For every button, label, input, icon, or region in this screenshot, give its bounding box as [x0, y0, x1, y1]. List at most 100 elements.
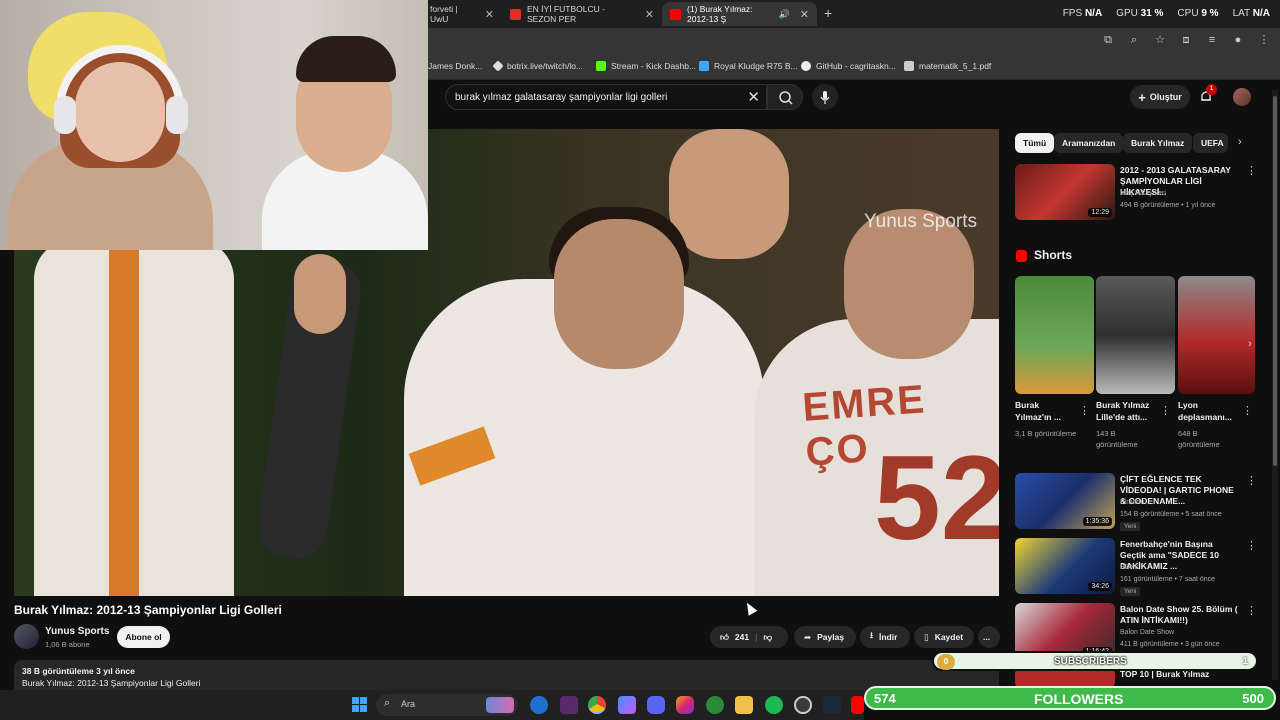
channel-name[interactable]: Yunus Sports — [45, 626, 109, 637]
channel-avatar[interactable] — [14, 624, 39, 649]
short-title[interactable]: Burak Yılmaz Lille'de attı... — [1096, 399, 1158, 423]
bookmark-item[interactable]: James Donk... — [428, 61, 482, 71]
more-options-icon[interactable]: ⋮ — [1246, 604, 1257, 617]
save-button[interactable]: ▯ Kaydet — [914, 626, 974, 648]
visual-studio-icon[interactable] — [560, 696, 578, 714]
recommendation-channel[interactable]: BRNK — [1120, 564, 1139, 571]
tab-title: (1) Burak Yılmaz: 2012-13 Ş — [687, 4, 753, 24]
search-input[interactable]: burak yılmaz galatasaray şampiyonlar lig… — [445, 84, 767, 110]
chip-burak-yilmaz[interactable]: Burak Yılmaz — [1123, 133, 1193, 153]
profile-icon[interactable]: ● — [1232, 34, 1244, 46]
zoom-icon[interactable]: ⌕ — [1128, 34, 1140, 46]
followers-current: 574 — [874, 691, 896, 706]
recommendation-channel[interactable]: Balon Date Show — [1120, 629, 1174, 636]
youtube-favicon-icon — [670, 8, 681, 20]
recommendation-thumbnail[interactable]: 12:29 — [1015, 164, 1115, 220]
recommendation-meta: 161 görüntüleme • 7 saat önce — [1120, 576, 1216, 583]
install-icon[interactable]: ⧉ — [1102, 34, 1114, 46]
close-icon[interactable]: ✕ — [645, 8, 654, 21]
search-button[interactable] — [767, 84, 803, 110]
user-avatar[interactable] — [1233, 88, 1251, 106]
recommendation-title[interactable]: Balon Date Show 25. Bölüm ( ATIN İNTİKAM… — [1120, 604, 1238, 626]
subscribe-button[interactable]: Abone ol — [117, 626, 170, 648]
more-options-icon[interactable]: ⋮ — [1242, 404, 1253, 417]
like-count[interactable]: 241 — [735, 632, 749, 642]
like-icon[interactable]: 👍︎ — [720, 632, 729, 643]
recommendation-channel[interactable]: Elraenn — [1120, 499, 1144, 506]
bookmark-star-icon[interactable]: ☆ — [1154, 34, 1166, 46]
taskbar-search[interactable]: ⌕ Ara — [376, 694, 518, 716]
more-actions-button[interactable]: ... — [978, 626, 1000, 648]
recommendation-channel[interactable]: Maç Hikayeleri — [1120, 190, 1166, 197]
bookmark-item[interactable]: botrix.live/twitch/lo... — [492, 60, 583, 72]
keyboard-icon — [699, 61, 709, 71]
extensions-icon[interactable]: ⧈ — [1180, 34, 1192, 46]
stat-cpu: CPU 9 % — [1177, 8, 1219, 19]
media-icon[interactable]: ≡ — [1206, 34, 1218, 46]
copilot-icon[interactable] — [618, 696, 636, 714]
obs-icon[interactable] — [794, 696, 812, 714]
tab-burak-yilmaz[interactable]: (1) Burak Yılmaz: 2012-13 Ş 🔊 ✕ — [662, 2, 817, 26]
system-stats: FPS N/A GPU 31 % CPU 9 % LAT N/A — [1063, 8, 1270, 19]
short-thumbnail[interactable] — [1096, 276, 1175, 394]
steam-icon[interactable] — [823, 696, 841, 714]
short-thumbnail[interactable] — [1015, 276, 1094, 394]
bookmark-item[interactable]: Stream - Kick Dashb... — [596, 61, 696, 71]
download-icon: ⭳ — [870, 630, 873, 640]
speaker-icon[interactable]: 🔊 — [779, 9, 790, 20]
short-thumbnail[interactable] — [1178, 276, 1255, 394]
chrome-icon[interactable] — [588, 696, 606, 714]
spotify-icon[interactable] — [765, 696, 783, 714]
stat-fps: FPS N/A — [1062, 8, 1103, 19]
subscriber-count: 1,06 B abone — [45, 640, 90, 649]
recommendation-thumbnail[interactable]: 1:35:36 — [1015, 473, 1115, 529]
more-options-icon[interactable]: ⋮ — [1160, 404, 1171, 417]
scrollbar-thumb[interactable] — [1273, 96, 1277, 466]
share-icon: ➦ — [804, 631, 812, 642]
short-title[interactable]: Burak Yılmaz'ın ... — [1015, 399, 1077, 423]
dislike-icon[interactable]: 👎︎ — [763, 632, 772, 643]
more-options-icon[interactable]: ⋮ — [1079, 404, 1090, 417]
chip-from-search[interactable]: Aramanızdan — [1054, 133, 1124, 153]
stat-gpu: GPU 31 % — [1116, 8, 1164, 19]
bookmark-item[interactable]: Royal Kludge R75 B... — [699, 61, 798, 71]
jersey-number: 52 — [874, 431, 999, 565]
voice-search-button[interactable] — [812, 84, 838, 110]
more-options-icon[interactable]: ⋮ — [1246, 539, 1257, 552]
subscribers-label: SUBSCRIBERS — [1054, 656, 1127, 667]
chip-uefa[interactable]: UEFA — [1193, 133, 1228, 153]
new-tab-button[interactable]: + — [824, 5, 832, 21]
short-title[interactable]: Lyon deplasmanı... — [1178, 399, 1240, 423]
edge-icon[interactable] — [530, 696, 548, 714]
recommendation-thumbnail[interactable]: 34:26 — [1015, 538, 1115, 594]
kick-icon — [596, 61, 606, 71]
shorts-next-arrow-icon[interactable]: › — [1248, 338, 1252, 350]
bookmark-item[interactable]: matematik_5_1.pdf — [904, 61, 991, 71]
tab-en-iyi-futbolcu[interactable]: EN İYİ FUTBOLCU - SEZON PER ✕ — [502, 2, 662, 26]
windows-start-icon[interactable] — [352, 697, 368, 713]
share-button[interactable]: ➦ Paylaş — [794, 626, 856, 648]
menu-icon[interactable]: ⋮ — [1258, 34, 1270, 46]
xbox-icon[interactable] — [706, 696, 724, 714]
chevron-right-icon[interactable]: › — [1238, 136, 1242, 148]
discord-icon[interactable] — [647, 696, 665, 714]
file-explorer-icon[interactable] — [735, 696, 753, 714]
create-button[interactable]: + Oluştur — [1130, 85, 1190, 109]
download-button[interactable]: ⭳ İndir — [860, 626, 910, 648]
short-views: 3,1 B görüntüleme — [1015, 429, 1077, 438]
close-icon[interactable]: ✕ — [800, 8, 809, 21]
more-options-icon[interactable]: ⋮ — [1246, 474, 1257, 487]
followers-label: FOLLOWERS — [1034, 691, 1124, 707]
tab-title: forveti | UwU — [430, 4, 458, 24]
close-icon[interactable]: ✕ — [485, 8, 494, 21]
clear-search-icon[interactable]: ✕ — [747, 88, 760, 106]
youtube-app-icon[interactable] — [851, 696, 864, 714]
more-options-icon[interactable]: ⋮ — [1246, 164, 1257, 177]
microphone-icon — [820, 91, 830, 104]
instagram-icon[interactable] — [676, 696, 694, 714]
chip-all[interactable]: Tümü — [1015, 133, 1055, 153]
tab-title: EN İYİ FUTBOLCU - SEZON PER — [527, 4, 605, 24]
bookmark-item[interactable]: GitHub - cagritaskn... — [801, 61, 896, 71]
recommendation-thumbnail[interactable] — [1015, 668, 1115, 688]
tab-forveti[interactable]: forveti | UwU ✕ — [422, 2, 502, 26]
